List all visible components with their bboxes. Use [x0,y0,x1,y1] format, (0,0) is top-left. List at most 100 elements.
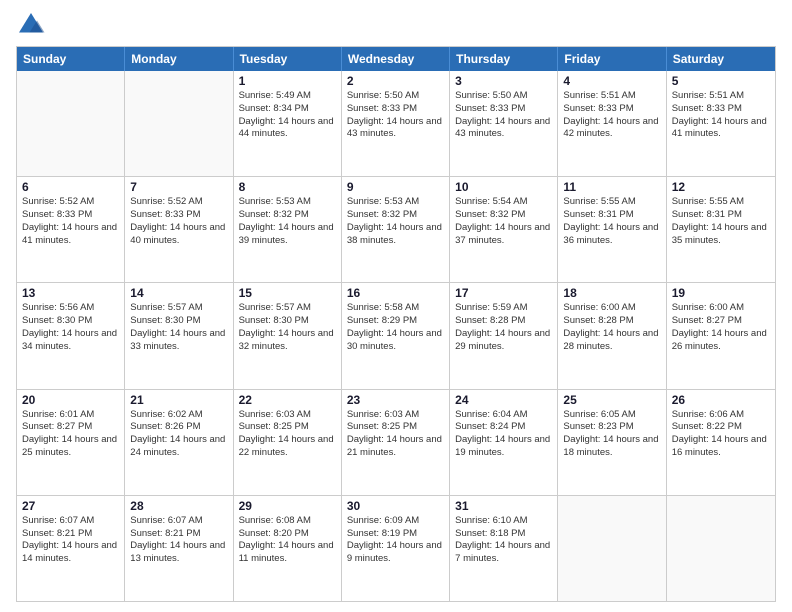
day-info: Sunrise: 5:58 AMSunset: 8:29 PMDaylight:… [347,302,444,353]
day-number: 18 [563,286,660,300]
calendar-cell: 20 Sunrise: 6:01 AMSunset: 8:27 PMDayligh… [17,390,125,495]
day-number: 1 [239,74,336,88]
day-number: 4 [563,74,660,88]
day-info: Sunrise: 6:01 AMSunset: 8:27 PMDaylight:… [22,409,119,460]
calendar-cell: 3 Sunrise: 5:50 AMSunset: 8:33 PMDaylight… [450,71,558,176]
day-info: Sunrise: 6:07 AMSunset: 8:21 PMDaylight:… [22,515,119,566]
day-number: 19 [672,286,770,300]
calendar-cell: 17 Sunrise: 5:59 AMSunset: 8:28 PMDayligh… [450,283,558,388]
calendar-cell: 11 Sunrise: 5:55 AMSunset: 8:31 PMDayligh… [558,177,666,282]
calendar-cell: 24Sunrise: 6:04 AMSunset: 8:24 PMDayligh… [450,390,558,495]
day-info: Sunrise: 5:56 AMSunset: 8:30 PMDaylight:… [22,302,119,353]
day-number: 9 [347,180,444,194]
day-number: 5 [672,74,770,88]
calendar-cell: 18Sunrise: 6:00 AMSunset: 8:28 PMDayligh… [558,283,666,388]
day-info: Sunrise: 5:53 AMSunset: 8:32 PMDaylight:… [239,196,336,247]
calendar-cell: 12 Sunrise: 5:55 AMSunset: 8:31 PMDayligh… [667,177,775,282]
calendar-cell: 22 Sunrise: 6:03 AMSunset: 8:25 PMDayligh… [234,390,342,495]
calendar-cell: 27Sunrise: 6:07 AMSunset: 8:21 PMDayligh… [17,496,125,601]
day-info: Sunrise: 5:51 AMSunset: 8:33 PMDaylight:… [563,90,660,141]
weekday-header-wednesday: Wednesday [342,47,450,71]
day-number: 2 [347,74,444,88]
calendar-cell: 21 Sunrise: 6:02 AMSunset: 8:26 PMDayligh… [125,390,233,495]
calendar-cell: 16 Sunrise: 5:58 AMSunset: 8:29 PMDayligh… [342,283,450,388]
calendar-cell: 1Sunrise: 5:49 AMSunset: 8:34 PMDaylight… [234,71,342,176]
calendar-cell: 25 Sunrise: 6:05 AMSunset: 8:23 PMDayligh… [558,390,666,495]
day-info: Sunrise: 6:07 AMSunset: 8:21 PMDaylight:… [130,515,227,566]
day-info: Sunrise: 5:52 AMSunset: 8:33 PMDaylight:… [130,196,227,247]
day-info: Sunrise: 5:55 AMSunset: 8:31 PMDaylight:… [672,196,770,247]
calendar-cell: 29 Sunrise: 6:08 AMSunset: 8:20 PMDayligh… [234,496,342,601]
day-number: 16 [347,286,444,300]
day-number: 15 [239,286,336,300]
day-info: Sunrise: 5:53 AMSunset: 8:32 PMDaylight:… [347,196,444,247]
day-number: 10 [455,180,552,194]
day-number: 25 [563,393,660,407]
calendar: SundayMondayTuesdayWednesdayThursdayFrid… [16,46,776,602]
day-info: Sunrise: 6:09 AMSunset: 8:19 PMDaylight:… [347,515,444,566]
day-number: 13 [22,286,119,300]
calendar-cell: 10 Sunrise: 5:54 AMSunset: 8:32 PMDayligh… [450,177,558,282]
day-number: 11 [563,180,660,194]
day-number: 6 [22,180,119,194]
weekday-header-thursday: Thursday [450,47,558,71]
day-number: 22 [239,393,336,407]
day-info: Sunrise: 6:03 AMSunset: 8:25 PMDaylight:… [239,409,336,460]
day-number: 17 [455,286,552,300]
calendar-cell: 5 Sunrise: 5:51 AMSunset: 8:33 PMDaylight… [667,71,775,176]
day-info: Sunrise: 6:10 AMSunset: 8:18 PMDaylight:… [455,515,552,566]
calendar-cell: 7 Sunrise: 5:52 AMSunset: 8:33 PMDaylight… [125,177,233,282]
day-info: Sunrise: 6:05 AMSunset: 8:23 PMDaylight:… [563,409,660,460]
calendar-header: SundayMondayTuesdayWednesdayThursdayFrid… [17,47,775,71]
calendar-cell: 26 Sunrise: 6:06 AMSunset: 8:22 PMDayligh… [667,390,775,495]
header [16,10,776,40]
day-number: 20 [22,393,119,407]
weekday-header-saturday: Saturday [667,47,775,71]
day-number: 26 [672,393,770,407]
calendar-row-1: 6 Sunrise: 5:52 AMSunset: 8:33 PMDaylight… [17,176,775,282]
day-info: Sunrise: 6:06 AMSunset: 8:22 PMDaylight:… [672,409,770,460]
calendar-cell: 14Sunrise: 5:57 AMSunset: 8:30 PMDayligh… [125,283,233,388]
day-info: Sunrise: 5:55 AMSunset: 8:31 PMDaylight:… [563,196,660,247]
day-info: Sunrise: 5:50 AMSunset: 8:33 PMDaylight:… [347,90,444,141]
day-info: Sunrise: 5:57 AMSunset: 8:30 PMDaylight:… [130,302,227,353]
calendar-cell: 6 Sunrise: 5:52 AMSunset: 8:33 PMDaylight… [17,177,125,282]
weekday-header-friday: Friday [558,47,666,71]
calendar-row-3: 20 Sunrise: 6:01 AMSunset: 8:27 PMDayligh… [17,389,775,495]
calendar-cell: 31 Sunrise: 6:10 AMSunset: 8:18 PMDayligh… [450,496,558,601]
day-info: Sunrise: 6:04 AMSunset: 8:24 PMDaylight:… [455,409,552,460]
day-info: Sunrise: 6:08 AMSunset: 8:20 PMDaylight:… [239,515,336,566]
day-number: 8 [239,180,336,194]
calendar-cell [667,496,775,601]
calendar-body: 1Sunrise: 5:49 AMSunset: 8:34 PMDaylight… [17,71,775,601]
day-number: 29 [239,499,336,513]
day-info: Sunrise: 6:00 AMSunset: 8:27 PMDaylight:… [672,302,770,353]
day-number: 7 [130,180,227,194]
day-info: Sunrise: 5:50 AMSunset: 8:33 PMDaylight:… [455,90,552,141]
day-number: 31 [455,499,552,513]
weekday-header-sunday: Sunday [17,47,125,71]
calendar-row-0: 1Sunrise: 5:49 AMSunset: 8:34 PMDaylight… [17,71,775,176]
calendar-cell: 19 Sunrise: 6:00 AMSunset: 8:27 PMDayligh… [667,283,775,388]
calendar-cell [17,71,125,176]
day-info: Sunrise: 5:59 AMSunset: 8:28 PMDaylight:… [455,302,552,353]
calendar-cell: 28 Sunrise: 6:07 AMSunset: 8:21 PMDayligh… [125,496,233,601]
day-info: Sunrise: 5:51 AMSunset: 8:33 PMDaylight:… [672,90,770,141]
calendar-cell: 13 Sunrise: 5:56 AMSunset: 8:30 PMDayligh… [17,283,125,388]
calendar-cell: 4 Sunrise: 5:51 AMSunset: 8:33 PMDaylight… [558,71,666,176]
day-info: Sunrise: 6:02 AMSunset: 8:26 PMDaylight:… [130,409,227,460]
calendar-cell: 8 Sunrise: 5:53 AMSunset: 8:32 PMDaylight… [234,177,342,282]
day-number: 3 [455,74,552,88]
day-number: 12 [672,180,770,194]
day-number: 21 [130,393,227,407]
day-info: Sunrise: 5:54 AMSunset: 8:32 PMDaylight:… [455,196,552,247]
calendar-cell: 30Sunrise: 6:09 AMSunset: 8:19 PMDayligh… [342,496,450,601]
calendar-cell [125,71,233,176]
day-info: Sunrise: 5:52 AMSunset: 8:33 PMDaylight:… [22,196,119,247]
calendar-cell: 9 Sunrise: 5:53 AMSunset: 8:32 PMDaylight… [342,177,450,282]
day-number: 28 [130,499,227,513]
calendar-row-4: 27Sunrise: 6:07 AMSunset: 8:21 PMDayligh… [17,495,775,601]
calendar-cell: 15Sunrise: 5:57 AMSunset: 8:30 PMDayligh… [234,283,342,388]
day-info: Sunrise: 6:03 AMSunset: 8:25 PMDaylight:… [347,409,444,460]
weekday-header-monday: Monday [125,47,233,71]
